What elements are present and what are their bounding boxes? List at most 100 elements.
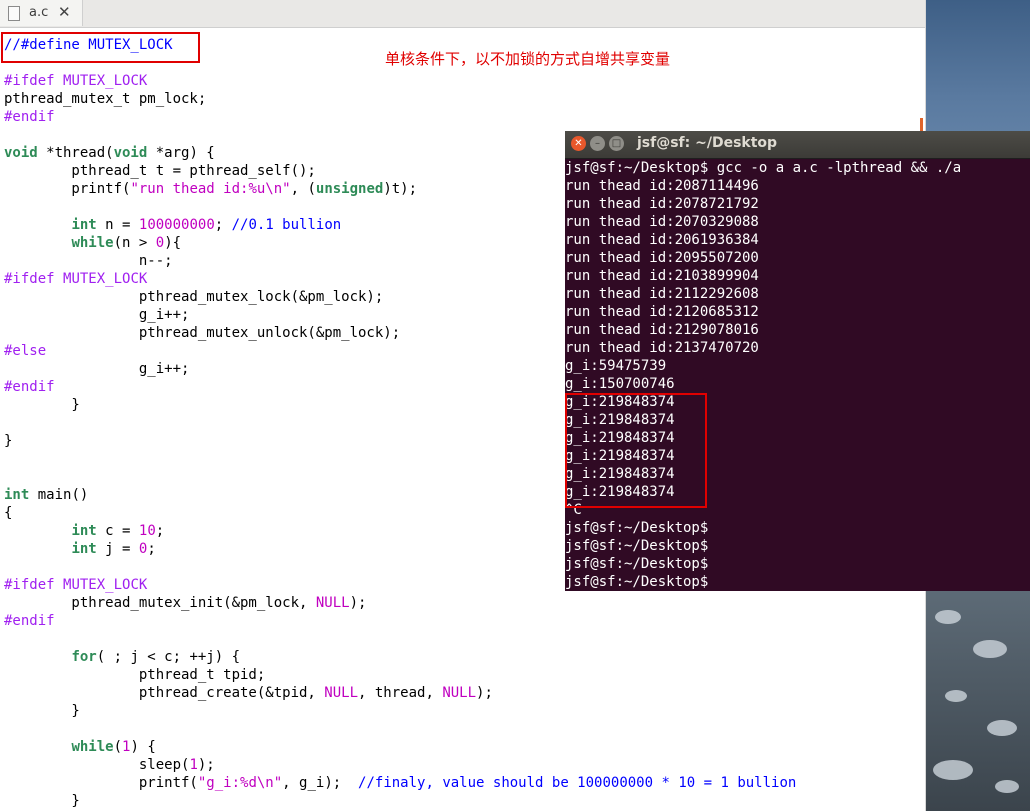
code-token: ( ; j < c; ++j) { (96, 649, 241, 665)
pebble (933, 760, 973, 780)
code-token: } (4, 397, 80, 413)
code-token: #else (4, 343, 47, 359)
terminal-line: run thead id:2137470720 (565, 340, 759, 356)
code-token: pthread_mutex_lock(&pm_lock); (4, 289, 384, 305)
code-token: ); (476, 685, 493, 701)
code-token: int (71, 523, 97, 539)
code-token: *thread( (37, 145, 114, 161)
code-token: ) { (130, 739, 156, 755)
code-token: ); (197, 757, 215, 773)
pebble (987, 720, 1017, 736)
terminal-line: jsf@sf:~/Desktop$ (565, 520, 709, 536)
code-token: printf( (4, 181, 131, 197)
code-line: #ifdef MUTEX_LOCK (4, 72, 796, 90)
code-token: int (71, 217, 97, 233)
terminal-line: run thead id:2120685312 (565, 304, 759, 320)
close-button[interactable]: ✕ (571, 136, 586, 151)
code-token: } (4, 703, 80, 719)
code-line: printf("g_i:%d\n", g_i); //finaly, value… (4, 774, 796, 792)
code-token: j = (96, 541, 139, 557)
code-token: , thread, (358, 685, 443, 701)
code-token: "run thead id:%u\n" (130, 181, 291, 197)
code-token: } (4, 793, 80, 809)
code-token: while (71, 235, 114, 251)
code-token: void (4, 145, 38, 161)
terminal-line: jsf@sf:~/Desktop$ (565, 556, 709, 572)
code-token: ; (214, 217, 232, 233)
tab-a-c[interactable]: a.c ✕ (0, 0, 83, 26)
code-token: (n > (113, 235, 156, 251)
code-token: pthread_mutex_t pm_lock; (4, 91, 207, 107)
code-token: n--; (4, 253, 173, 269)
code-token: , ( (290, 181, 316, 197)
code-token: } (4, 433, 13, 449)
code-token: #ifdef (4, 271, 64, 287)
code-token: 100000000 (138, 217, 215, 233)
code-token: pthread_create(&tpid, (4, 685, 325, 701)
code-line: sleep(1); (4, 756, 796, 774)
code-line: for( ; j < c; ++j) { (4, 648, 796, 666)
terminal-line: run thead id:2095507200 (565, 250, 759, 266)
code-line: #endif (4, 108, 796, 126)
code-line: while(1) { (4, 738, 796, 756)
code-token: pthread_t tpid; (4, 667, 266, 683)
highlight-box-define (1, 32, 200, 63)
terminal-line: run thead id:2112292608 (565, 286, 759, 302)
terminal-line: jsf@sf:~/Desktop$ gcc -o a a.c -lpthread… (565, 160, 962, 176)
code-token: g_i++; (4, 361, 190, 377)
code-token: #endif (4, 109, 55, 125)
terminal-titlebar[interactable]: ✕ – □ jsf@sf: ~/Desktop (565, 131, 1030, 159)
code-token: c = (96, 523, 139, 539)
tab-bar: a.c ✕ (0, 0, 925, 28)
pebble (945, 690, 967, 702)
code-token: "g_i:%d\n" (197, 775, 283, 791)
code-token: void (113, 145, 148, 161)
code-token: //0.1 bullion (231, 217, 342, 233)
code-token: main() (29, 487, 89, 503)
code-token: unsigned (315, 181, 384, 197)
terminal-line: run thead id:2129078016 (565, 322, 759, 338)
code-line: pthread_mutex_init(&pm_lock, NULL); (4, 594, 796, 612)
code-token: //finaly, value should be 100000000 * 10… (358, 775, 797, 791)
terminal-line: jsf@sf:~/Desktop$ (565, 538, 709, 554)
code-token: n = (96, 217, 139, 233)
code-token: printf( (4, 775, 198, 791)
code-token: NULL (324, 685, 359, 701)
terminal-line: run thead id:2087114496 (565, 178, 759, 194)
code-token: #ifdef (4, 577, 64, 593)
close-icon[interactable]: ✕ (58, 3, 71, 21)
code-token: int (4, 487, 30, 503)
code-token: ; (155, 523, 165, 539)
terminal-window[interactable]: ✕ – □ jsf@sf: ~/Desktop jsf@sf:~/Desktop… (565, 131, 1030, 591)
code-token: 0 (155, 235, 165, 251)
code-token: #endif (4, 613, 55, 629)
code-token: int (71, 541, 97, 557)
terminal-line: run thead id:2061936384 (565, 232, 759, 248)
code-line: pthread_t tpid; (4, 666, 796, 684)
highlight-box-output (565, 393, 707, 508)
code-token: )t); (383, 181, 418, 197)
maximize-button[interactable]: □ (609, 136, 624, 151)
code-token: MUTEX_LOCK (63, 73, 148, 89)
code-line: pthread_create(&tpid, NULL, thread, NULL… (4, 684, 796, 702)
code-token: pthread_mutex_unlock(&pm_lock); (4, 325, 401, 341)
code-token: ( (113, 739, 123, 755)
terminal-line: jsf@sf:~/Desktop$ (565, 574, 709, 590)
terminal-title: jsf@sf: ~/Desktop (637, 135, 778, 151)
pebble (973, 640, 1007, 658)
file-icon (8, 6, 20, 21)
terminal-output[interactable]: jsf@sf:~/Desktop$ gcc -o a a.c -lpthread… (565, 159, 1030, 591)
code-token: MUTEX_LOCK (63, 577, 148, 593)
code-token: for (71, 649, 97, 665)
minimize-button[interactable]: – (590, 136, 605, 151)
annotation-text: 单核条件下，以不加锁的方式自增共享变量 (385, 50, 671, 68)
code-token: *arg) { (147, 145, 215, 161)
terminal-line: g_i:59475739 (565, 358, 667, 374)
code-token: NULL (315, 595, 350, 611)
